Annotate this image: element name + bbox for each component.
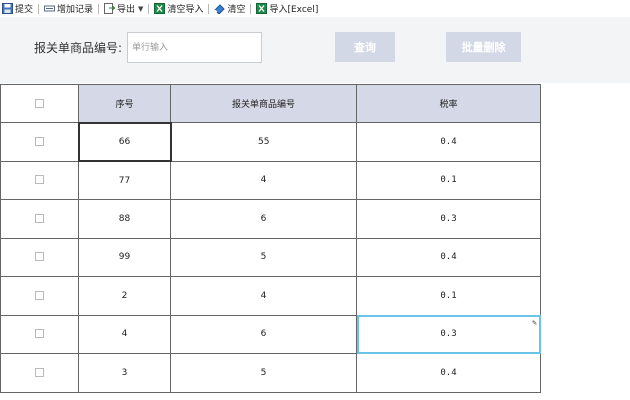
query-button[interactable]: 查询 [335,32,395,62]
export-label: 导出 [117,5,136,15]
cell-code[interactable]: 5 [170,353,357,393]
row-checkbox-cell [0,353,79,393]
add-record-icon [44,5,56,12]
row-checkbox[interactable] [35,252,44,262]
cell-seq[interactable]: 2 [78,276,171,316]
clear-label: 清空 [227,5,246,15]
toolbar: 提交 增加记录 导出 ▼ 清空导入 清空 导入[Excel] [0,0,630,17]
table-row: 2 4 0.1 [0,276,541,316]
clear-import-label: 清空导入 [167,5,204,15]
toolbar-divider [208,3,210,14]
cell-seq[interactable]: 66 [77,121,172,162]
cell-rate[interactable]: 0.4 [356,122,541,162]
add-record-label: 增加记录 [57,5,94,15]
table-row: 77 4 0.1 [0,160,541,200]
row-checkbox-cell [0,122,79,162]
cell-seq[interactable]: 99 [78,237,171,277]
toolbar-divider [148,3,150,14]
row-checkbox[interactable] [35,175,44,185]
search-label: 报关单商品编号: [34,41,123,55]
cell-rate[interactable]: 0.1 [356,160,541,200]
cell-code[interactable]: 4 [170,276,357,316]
search-panel: 报关单商品编号: 查询 批量删除 [0,17,630,83]
table-header-row: 序号 报关单商品编号 税率 [0,84,541,123]
row-checkbox[interactable] [35,213,44,223]
cell-code[interactable]: 6 [170,199,357,239]
add-record-button[interactable]: 增加记录 [42,1,95,16]
column-header-code[interactable]: 报关单商品编号 [170,84,357,123]
cell-seq[interactable]: 88 [78,199,171,239]
table-row: 66 55 0.4 [0,121,541,162]
import-excel-label: 导入[Excel] [269,5,319,15]
cell-code[interactable]: 6 [170,314,357,354]
table-row: 88 6 0.3 [0,199,541,239]
row-checkbox-cell [0,199,79,239]
row-checkbox[interactable] [35,290,44,300]
clear-import-button[interactable]: 清空导入 [152,1,205,16]
submit-button[interactable]: 提交 [0,1,35,16]
row-checkbox-cell [0,314,79,354]
cell-rate-editing[interactable]: 0.3 ✎ [356,314,541,354]
row-checkbox-cell [0,276,79,316]
row-checkbox-cell [0,160,79,200]
clear-button[interactable]: 清空 [212,1,247,16]
batch-delete-button[interactable]: 批量删除 [446,32,521,62]
data-table: 序号 报关单商品编号 税率 66 55 0.4 77 4 0.1 88 6 0.… [0,84,541,393]
column-header-rate[interactable]: 税率 [356,84,541,123]
submit-label: 提交 [15,5,34,15]
cell-code[interactable]: 55 [170,122,357,162]
row-checkbox[interactable] [35,329,44,339]
row-checkbox[interactable] [35,367,44,377]
import-excel-button[interactable]: 导入[Excel] [254,1,320,16]
table-row: 4 6 0.3 ✎ [0,314,541,354]
cell-rate[interactable]: 0.1 [356,276,541,316]
row-checkbox[interactable] [34,136,44,146]
cell-code[interactable]: 5 [170,237,357,277]
cell-seq[interactable]: 3 [78,353,171,393]
toolbar-divider [38,3,40,14]
toolbar-divider [250,3,252,14]
select-all-cell [0,84,79,123]
toolbar-divider [98,3,100,14]
cell-code[interactable]: 4 [170,160,357,200]
export-icon [104,3,116,14]
select-all-checkbox[interactable] [35,98,44,108]
cell-rate[interactable]: 0.4 [356,353,541,393]
row-checkbox-cell [0,237,79,277]
column-header-seq[interactable]: 序号 [78,84,171,123]
search-input[interactable] [127,32,262,63]
eraser-icon [214,4,226,14]
cell-rate-value: 0.3 [440,329,457,340]
caret-down-icon[interactable]: ▼ [138,5,143,13]
cell-rate[interactable]: 0.4 [356,237,541,277]
cell-seq[interactable]: 4 [78,314,171,354]
excel-icon [256,3,268,14]
pencil-icon[interactable]: ✎ [532,318,537,327]
table-row: 99 5 0.4 [0,237,541,277]
table-row: 3 5 0.4 [0,353,541,393]
export-button[interactable]: 导出 ▼ [102,1,145,16]
cell-seq[interactable]: 77 [78,160,171,200]
save-icon [2,3,13,14]
excel-icon [154,3,166,14]
cell-rate[interactable]: 0.3 [356,199,541,239]
